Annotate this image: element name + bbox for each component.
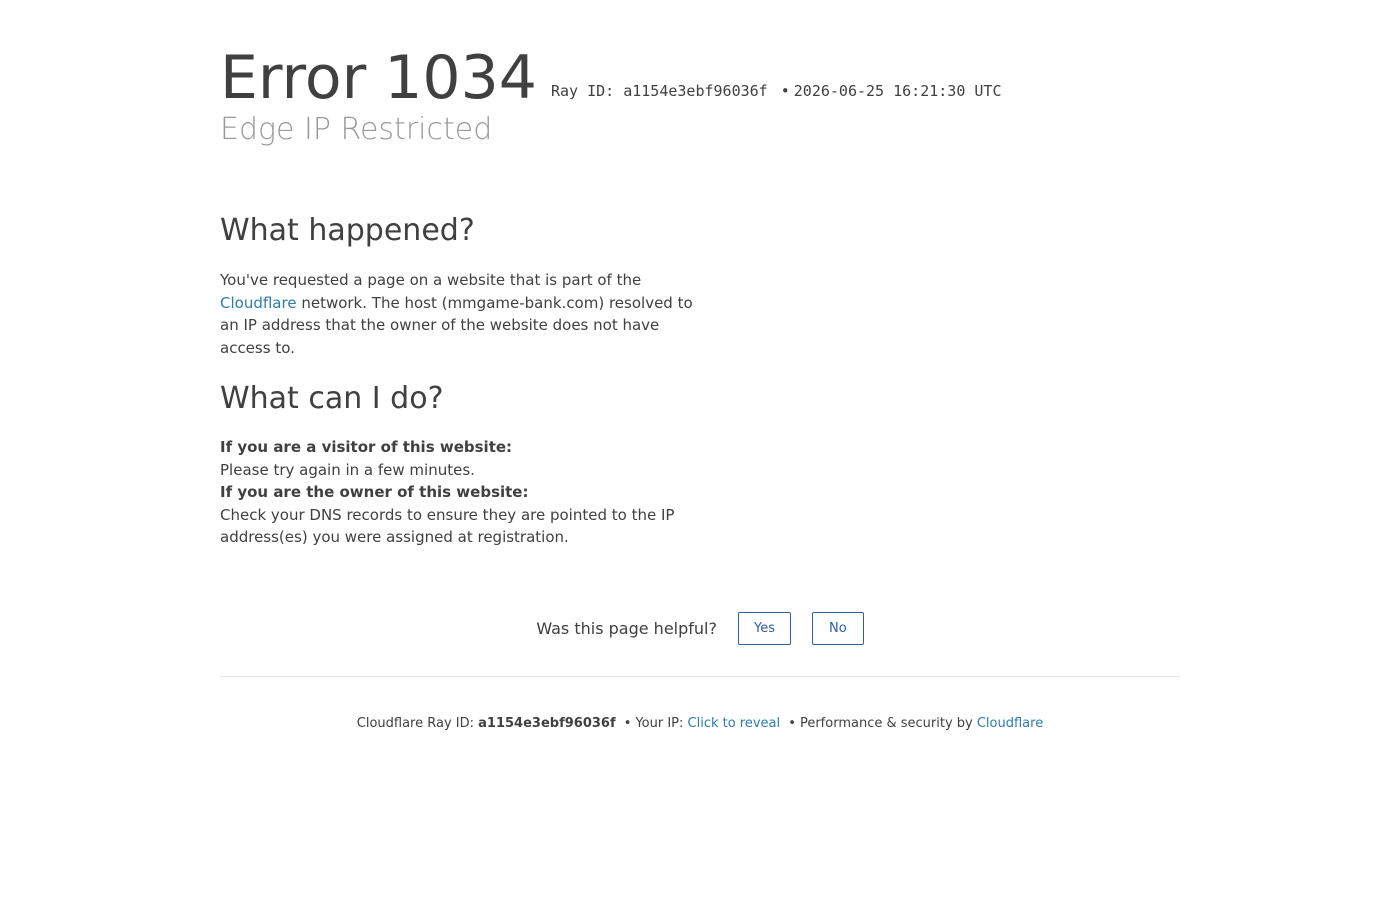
- what-can-i-do-text: If you are a visitor of this website: Pl…: [220, 436, 700, 549]
- cloudflare-link[interactable]: Cloudflare: [220, 294, 297, 312]
- owner-label: If you are the owner of this website:: [220, 483, 529, 501]
- what-happened-section: What happened? You've requested a page o…: [220, 212, 700, 359]
- feedback-question: Was this page helpful?: [536, 619, 717, 638]
- error-word: Error: [220, 43, 367, 113]
- ray-separator: •: [780, 82, 790, 100]
- visitor-text: Please try again in a few minutes.: [220, 460, 475, 479]
- what-happened-text-start: You've requested a page on a website tha…: [220, 271, 642, 289]
- feedback-bar: Was this page helpful? Yes No: [220, 612, 1180, 645]
- main-container: Error 1034 Ray ID: a1154e3ebf96036f • 2026…: [220, 40, 1180, 731]
- visitor-label: If you are a visitor of this website:: [220, 438, 513, 456]
- footer-ray-id: a1154e3ebf96036f: [478, 716, 616, 731]
- ray-id-text: Ray ID: a1154e3ebf96036f: [550, 82, 768, 100]
- footer-cloudflare-link[interactable]: Cloudflare: [977, 716, 1043, 731]
- footer-ray-label: Cloudflare Ray ID:: [356, 716, 479, 731]
- error-code: 1034: [384, 43, 537, 113]
- footer-separator: •: [623, 716, 632, 731]
- reveal-ip-link[interactable]: Click to reveal: [688, 716, 781, 731]
- error-subtitle: Edge IP Restricted: [220, 112, 493, 147]
- feedback-no-button[interactable]: No: [811, 612, 864, 645]
- what-happened-heading: What happened?: [220, 213, 475, 248]
- ray-info: Ray ID: a1154e3ebf96036f • 2026-06-25 16:…: [551, 82, 1002, 100]
- ray-timestamp: 2026-06-25 16:21:30 UTC: [793, 82, 1002, 100]
- what-happened-text: You've requested a page on a website tha…: [220, 269, 700, 359]
- error-header: Error 1034 Ray ID: a1154e3ebf96036f • 2026…: [220, 40, 1180, 116]
- feedback-yes-button[interactable]: Yes: [737, 612, 791, 645]
- what-can-i-do-heading: What can I do?: [220, 381, 444, 416]
- footer-perf-label: Performance & security by: [799, 716, 977, 731]
- footer-ip-label: Your IP:: [635, 716, 688, 731]
- footer: Cloudflare Ray ID: a1154e3ebf96036f • You…: [220, 716, 1180, 731]
- what-can-i-do-section: What can I do? If you are a visitor of t…: [220, 380, 700, 549]
- footer-divider: [220, 676, 1180, 677]
- error-title: Error 1034: [220, 40, 537, 116]
- owner-text: Check your DNS records to ensure they ar…: [220, 505, 675, 547]
- footer-separator-2: •: [788, 716, 796, 731]
- error-page: Error 1034 Ray ID: a1154e3ebf96036f • 2026…: [0, 0, 1400, 900]
